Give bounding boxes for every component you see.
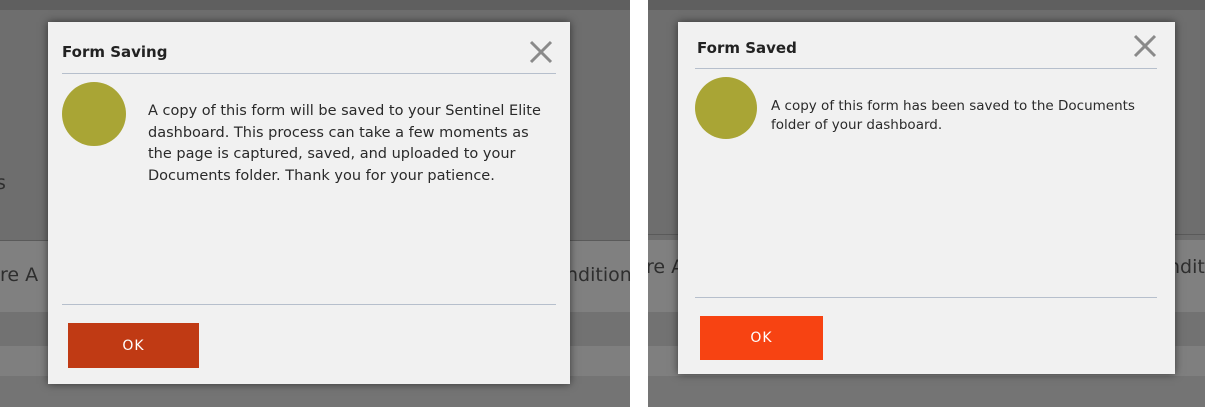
form-saving-dialog: Form Saving A copy of this form will be … [48, 22, 570, 384]
ok-button[interactable]: OK [700, 316, 823, 360]
background-column-label: re A [0, 264, 39, 286]
dialog-title: Form Saved [697, 39, 797, 57]
avatar [695, 77, 757, 139]
background-page-header [0, 0, 630, 10]
background-page-header [648, 0, 1205, 10]
dialog-header-separator [62, 73, 556, 74]
avatar [62, 82, 126, 146]
dialog-title: Form Saving [62, 43, 168, 61]
close-icon[interactable] [1132, 33, 1158, 59]
close-icon [1133, 34, 1157, 58]
background-column-label: ndition [566, 264, 630, 286]
ok-button[interactable]: OK [68, 323, 199, 368]
dialog-footer-separator [62, 304, 556, 305]
form-saving-screen: s re A ndition Form Saving A copy of thi… [0, 0, 630, 407]
dialog-header-separator [695, 68, 1157, 69]
background-table-row [648, 376, 1205, 407]
close-icon [529, 40, 553, 64]
dialog-footer-separator [695, 297, 1157, 298]
dialog-message: A copy of this form has been saved to th… [771, 98, 1135, 133]
form-saved-screen: re A ndit Form Saved A copy of this form… [648, 0, 1205, 407]
dialog-message: A copy of this form will be saved to you… [148, 103, 541, 184]
close-icon[interactable] [528, 39, 554, 65]
form-saved-dialog: Form Saved A copy of this form has been … [678, 22, 1175, 374]
background-text-fragment: s [0, 172, 6, 194]
